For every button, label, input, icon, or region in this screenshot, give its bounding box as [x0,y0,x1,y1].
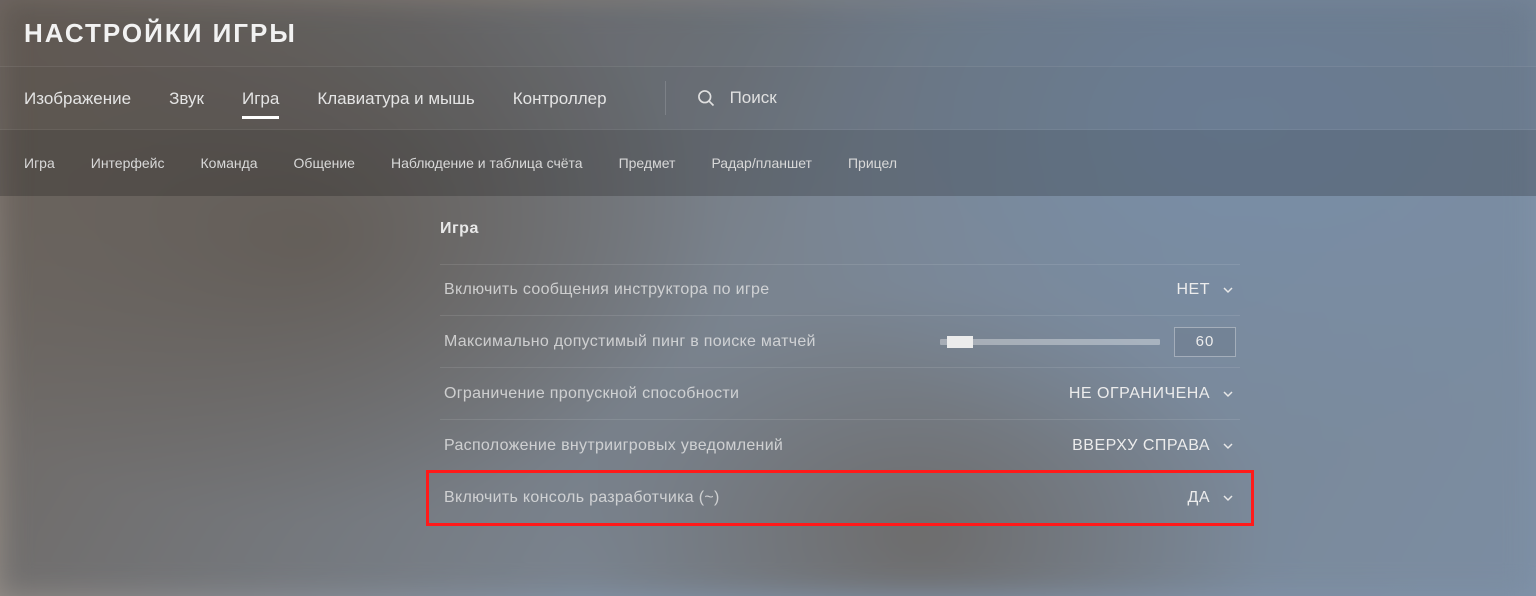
tab-primary-1[interactable]: Звук [169,69,204,127]
setting-value: НЕ ОГРАНИЧЕНА [1069,385,1210,403]
search-input[interactable]: Поиск [665,81,777,115]
chevron-down-icon [1220,282,1236,298]
setting-row-0: Включить сообщения инструктора по игре НЕ… [440,264,1240,316]
setting-dropdown[interactable]: НЕТ [1177,281,1237,299]
tab-secondary-1[interactable]: Интерфейс [91,155,165,171]
tab-secondary-7[interactable]: Прицел [848,155,897,171]
setting-value: НЕТ [1177,281,1211,299]
tab-secondary-6[interactable]: Радар/планшет [711,155,812,171]
search-label: Поиск [730,88,777,108]
slider-track[interactable] [940,339,1160,345]
tab-primary-0[interactable]: Изображение [24,69,131,127]
tab-secondary-4[interactable]: Наблюдение и таблица счёта [391,155,583,171]
slider-thumb[interactable] [947,336,973,348]
setting-dropdown[interactable]: ВВЕРХУ СПРАВА [1072,437,1236,455]
setting-row-3: Расположение внутриигровых уведомлений ВВ… [440,420,1240,472]
setting-value: ВВЕРХУ СПРАВА [1072,437,1210,455]
tab-primary-4[interactable]: Контроллер [513,69,607,127]
setting-dropdown[interactable]: НЕ ОГРАНИЧЕНА [1069,385,1236,403]
title-bar: НАСТРОЙКИ ИГРЫ [0,0,1536,66]
slider-value[interactable]: 60 [1174,327,1236,357]
tabs-secondary: Игра Интерфейс Команда Общение Наблюдение и … [0,130,1536,196]
setting-row-4: Включить консоль разработчика (~) ДА [440,472,1240,524]
tab-primary-3[interactable]: Клавиатура и мышь [317,69,474,127]
setting-slider[interactable]: 60 [940,327,1236,357]
setting-label: Ограничение пропускной способности [444,383,739,405]
setting-label: Расположение внутриигровых уведомлений [444,435,783,457]
tab-primary-2[interactable]: Игра [242,69,279,127]
section-title: Игра [440,220,1240,238]
search-icon [696,88,716,108]
setting-dropdown[interactable]: ДА [1187,489,1236,507]
setting-row-2: Ограничение пропускной способности НЕ ОГР… [440,368,1240,420]
tab-secondary-2[interactable]: Команда [201,155,258,171]
setting-label: Включить консоль разработчика (~) [444,487,720,509]
setting-label: Максимально допустимый пинг в поиске мат… [444,331,816,353]
setting-row-1: Максимально допустимый пинг в поиске мат… [440,316,1240,368]
chevron-down-icon [1220,438,1236,454]
page-title: НАСТРОЙКИ ИГРЫ [24,18,297,49]
setting-value: ДА [1187,489,1210,507]
tab-secondary-3[interactable]: Общение [294,155,355,171]
settings-section: Игра Включить сообщения инструктора по и… [440,220,1240,524]
tabs-primary: Изображение Звук Игра Клавиатура и мышь Конт… [0,66,1536,130]
setting-label: Включить сообщения инструктора по игре [444,279,769,301]
tab-secondary-0[interactable]: Игра [24,155,55,171]
tab-secondary-5[interactable]: Предмет [619,155,676,171]
chevron-down-icon [1220,490,1236,506]
chevron-down-icon [1220,386,1236,402]
